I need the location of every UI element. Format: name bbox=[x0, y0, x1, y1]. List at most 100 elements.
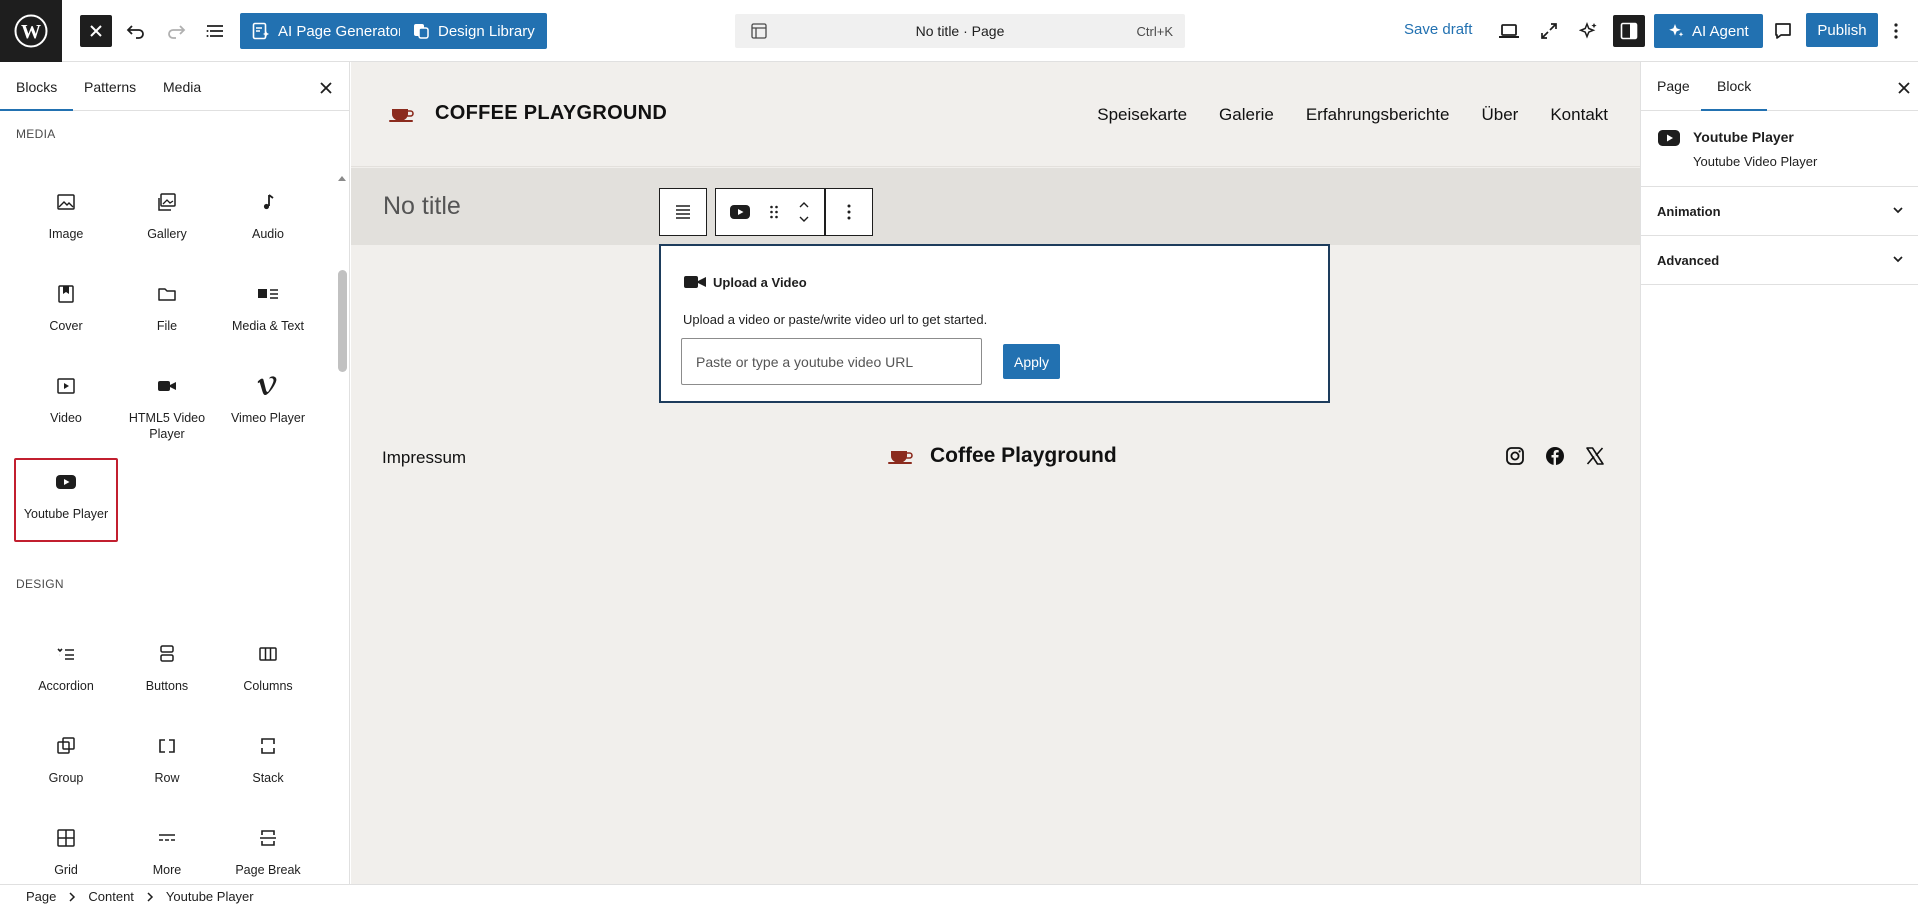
audio-note-icon bbox=[256, 190, 280, 214]
youtube-player-block[interactable]: Upload a Video Upload a video or paste/w… bbox=[659, 244, 1330, 403]
editor-canvas: COFFEE PLAYGROUND Speisekarte Galerie Er… bbox=[351, 62, 1640, 884]
ai-agent-label: AI Agent bbox=[1692, 22, 1749, 40]
block-video[interactable]: Video bbox=[16, 360, 116, 452]
block-media-text[interactable]: Media & Text bbox=[218, 268, 318, 360]
align-text-button[interactable] bbox=[659, 188, 707, 236]
document-overview-icon[interactable] bbox=[203, 13, 227, 49]
block-audio[interactable]: Audio bbox=[218, 176, 318, 268]
block-label: HTML5 Video Player bbox=[128, 411, 206, 441]
tab-page[interactable]: Page bbox=[1657, 78, 1690, 94]
chevron-down-icon bbox=[1891, 203, 1905, 217]
scrollbar-thumb[interactable] bbox=[338, 270, 347, 372]
block-accordion[interactable]: Accordion bbox=[16, 628, 116, 720]
command-palette-bar[interactable]: No title · Page Ctrl+K bbox=[735, 14, 1185, 48]
apply-button[interactable]: Apply bbox=[1003, 344, 1060, 379]
ai-page-generator-button[interactable]: AI Page Generator bbox=[240, 13, 416, 49]
stack-icon bbox=[256, 734, 280, 758]
impressum-link[interactable]: Impressum bbox=[382, 448, 466, 468]
breadcrumb-content[interactable]: Content bbox=[88, 889, 134, 904]
block-image[interactable]: Image bbox=[16, 176, 116, 268]
redo-icon[interactable] bbox=[164, 13, 188, 49]
block-label: Row bbox=[154, 771, 180, 785]
breadcrumb-page[interactable]: Page bbox=[26, 889, 56, 904]
ai-agent-button[interactable]: AI Agent bbox=[1654, 14, 1763, 48]
save-draft-button[interactable]: Save draft bbox=[1404, 21, 1472, 38]
breadcrumb-youtube-player[interactable]: Youtube Player bbox=[166, 889, 254, 904]
block-label: Vimeo Player bbox=[230, 411, 306, 425]
gallery-icon bbox=[155, 190, 179, 214]
nav-item-galerie[interactable]: Galerie bbox=[1219, 105, 1274, 125]
block-gallery[interactable]: Gallery bbox=[117, 176, 217, 268]
tab-blocks[interactable]: Blocks bbox=[0, 79, 74, 111]
close-block-inserter-button[interactable] bbox=[80, 15, 112, 47]
move-up-down-icon[interactable] bbox=[797, 200, 811, 224]
chevron-right-icon bbox=[146, 891, 154, 902]
block-buttons[interactable]: Buttons bbox=[117, 628, 217, 720]
inserter-scrollbar[interactable] bbox=[335, 174, 349, 908]
tab-block[interactable]: Block bbox=[1700, 78, 1768, 111]
document-title: No title · Page bbox=[915, 23, 1005, 39]
block-youtube-player[interactable]: Youtube Player bbox=[14, 458, 118, 542]
youtube-url-input[interactable] bbox=[681, 338, 982, 385]
drag-handle-icon[interactable] bbox=[769, 204, 779, 220]
close-sidebar-icon[interactable] bbox=[1894, 78, 1914, 98]
youtube-block-icon[interactable] bbox=[729, 204, 751, 220]
nav-item-ueber[interactable]: Über bbox=[1481, 105, 1518, 125]
align-justify-icon bbox=[674, 204, 692, 220]
block-row[interactable]: Row bbox=[117, 720, 217, 812]
comments-icon[interactable] bbox=[1771, 13, 1795, 49]
tab-patterns[interactable]: Patterns bbox=[84, 79, 136, 95]
block-vimeo-player[interactable]: Vimeo Player bbox=[218, 360, 318, 452]
preview-desktop-icon[interactable] bbox=[1497, 13, 1521, 49]
options-menu-icon[interactable] bbox=[1886, 13, 1906, 49]
video-play-icon bbox=[54, 374, 78, 398]
site-navigation: Speisekarte Galerie Erfahrungsberichte Ü… bbox=[1097, 105, 1608, 125]
row-icon bbox=[155, 734, 179, 758]
x-twitter-icon[interactable] bbox=[1585, 446, 1605, 466]
settings-sidebar-toggle-icon[interactable] bbox=[1613, 15, 1645, 47]
block-options-button[interactable] bbox=[825, 188, 873, 236]
video-camera-icon bbox=[155, 374, 179, 398]
social-links bbox=[1505, 446, 1605, 466]
design-library-button[interactable]: Design Library bbox=[400, 13, 547, 49]
panel-advanced[interactable]: Advanced bbox=[1641, 236, 1918, 285]
facebook-icon[interactable] bbox=[1545, 446, 1565, 466]
nav-item-kontakt[interactable]: Kontakt bbox=[1550, 105, 1608, 125]
command-shortcut: Ctrl+K bbox=[1136, 23, 1173, 39]
block-cover[interactable]: Cover bbox=[16, 268, 116, 360]
nav-item-speisekarte[interactable]: Speisekarte bbox=[1097, 105, 1187, 125]
design-library-label: Design Library bbox=[438, 22, 535, 40]
nav-item-erfahrungsberichte[interactable]: Erfahrungsberichte bbox=[1306, 105, 1450, 125]
panel-advanced-label: Advanced bbox=[1657, 253, 1720, 268]
video-camera-icon bbox=[683, 273, 707, 291]
site-brand[interactable]: COFFEE PLAYGROUND bbox=[389, 102, 667, 125]
ai-sparkle-icon[interactable] bbox=[1577, 13, 1601, 49]
undo-icon[interactable] bbox=[124, 13, 148, 49]
inserter-tabs: Blocks Patterns Media bbox=[0, 62, 349, 111]
block-stack[interactable]: Stack bbox=[218, 720, 318, 812]
media-section-title: MEDIA bbox=[16, 127, 56, 141]
tab-media[interactable]: Media bbox=[163, 79, 201, 95]
close-inserter-icon[interactable] bbox=[316, 78, 336, 98]
block-label: Group bbox=[48, 771, 84, 785]
footer-brand[interactable]: Coffee Playground bbox=[888, 444, 1117, 468]
block-file[interactable]: File bbox=[117, 268, 217, 360]
media-text-icon bbox=[256, 282, 280, 306]
block-group[interactable]: Group bbox=[16, 720, 116, 812]
youtube-block-description: Upload a video or paste/write video url … bbox=[683, 312, 988, 327]
image-icon bbox=[54, 190, 78, 214]
block-html5-video-player[interactable]: HTML5 Video Player bbox=[117, 360, 217, 452]
panel-animation[interactable]: Animation bbox=[1641, 187, 1918, 236]
grid-icon bbox=[54, 826, 78, 850]
page-title[interactable]: No title bbox=[383, 192, 461, 221]
block-label: Youtube Player bbox=[23, 507, 109, 521]
editor-top-bar: W AI Page Generator Design Library No ti… bbox=[0, 0, 1918, 62]
block-card-description: Youtube Video Player bbox=[1693, 154, 1818, 169]
more-icon bbox=[155, 826, 179, 850]
block-columns[interactable]: Columns bbox=[218, 628, 318, 720]
fullscreen-icon[interactable] bbox=[1537, 13, 1561, 49]
wordpress-logo-icon[interactable]: W bbox=[0, 0, 62, 62]
block-label: Audio bbox=[252, 227, 284, 241]
instagram-icon[interactable] bbox=[1505, 446, 1525, 466]
publish-button[interactable]: Publish bbox=[1806, 13, 1878, 47]
